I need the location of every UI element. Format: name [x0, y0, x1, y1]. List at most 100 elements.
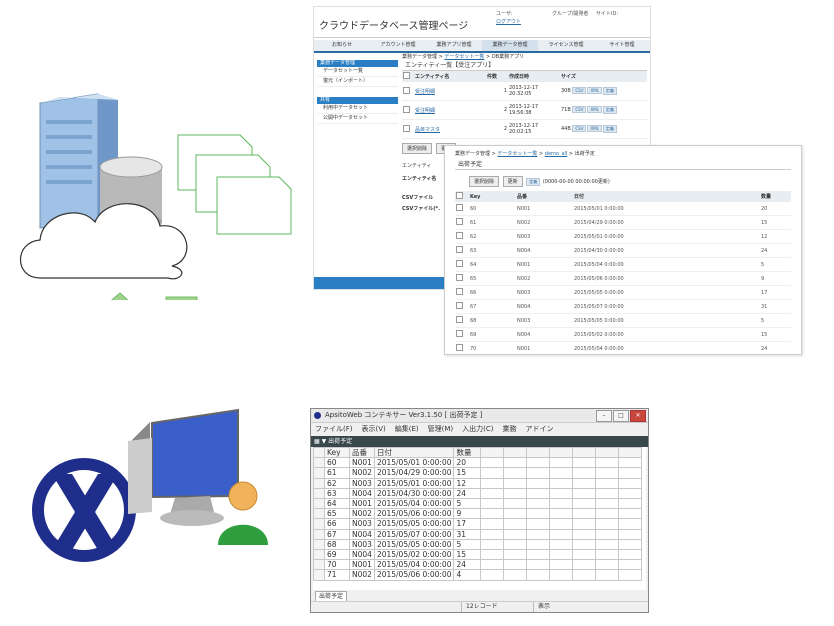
empty-cell[interactable]	[480, 569, 505, 581]
menu-addin[interactable]: アドイン	[526, 423, 554, 436]
empty-cell[interactable]	[572, 569, 597, 581]
xml-button[interactable]: XML	[587, 125, 602, 132]
cell-qty[interactable]: 15	[453, 549, 482, 561]
def-button[interactable]: 定義	[602, 87, 617, 95]
empty-cell[interactable]	[595, 528, 620, 540]
entity-link[interactable]: 受注明細	[414, 100, 486, 120]
cell-item[interactable]: N002	[349, 569, 375, 581]
cell-qty[interactable]: 5	[453, 538, 482, 551]
row-checkbox-cell[interactable]	[455, 257, 469, 272]
empty-cell[interactable]	[480, 538, 505, 551]
crumb-data[interactable]: 業務データ管理	[402, 54, 437, 60]
table-row[interactable]: 64 N001 2015/05/04 0:00:00 5	[313, 498, 643, 510]
grid-menu-icon[interactable]: ▦	[314, 438, 320, 445]
csv-button[interactable]: CSV	[572, 87, 587, 94]
empty-cell[interactable]	[480, 508, 505, 520]
cell-date[interactable]: 2015/05/06 0:00:00	[373, 569, 455, 581]
empty-cell[interactable]	[526, 528, 551, 540]
empty-cell[interactable]	[549, 498, 574, 510]
empty-cell[interactable]	[595, 467, 620, 479]
cell-qty[interactable]: 4	[453, 569, 482, 581]
cell-qty[interactable]: 17	[453, 518, 482, 530]
row-checkbox-cell[interactable]	[455, 313, 469, 328]
def-button[interactable]: 定義	[602, 106, 617, 114]
empty-cell[interactable]	[480, 528, 505, 540]
row-checkbox-cell[interactable]	[455, 229, 469, 244]
sidebar-item-datasets[interactable]: データセット一覧	[317, 67, 398, 77]
crumb-datasets[interactable]: データセット一覧	[444, 54, 484, 60]
row-header[interactable]	[313, 559, 325, 571]
table-row[interactable]: 67 N004 2015/05/07 0:00:00 31	[455, 299, 791, 314]
table-row[interactable]: 64 N001 2015/05/04 0:00:00 5	[455, 257, 791, 272]
nav-site[interactable]: サイト管理	[594, 40, 650, 51]
empty-cell[interactable]	[526, 457, 551, 469]
cell-date[interactable]: 2015/05/04 0:00:00	[373, 498, 455, 510]
empty-cell[interactable]	[480, 477, 505, 489]
empty-cell[interactable]	[549, 477, 574, 489]
csv-button[interactable]: CSV	[572, 125, 587, 132]
cell-date[interactable]: 2015/05/04 0:00:00	[373, 559, 455, 571]
cell-item[interactable]: N001	[349, 498, 375, 510]
table-row[interactable]: 65 N002 2015/05/06 0:00:00 9	[455, 271, 791, 286]
empty-cell[interactable]	[595, 457, 620, 469]
crumb-dataset[interactable]: demo_all	[545, 151, 568, 157]
row-checkbox-cell[interactable]	[455, 299, 469, 314]
cell-key[interactable]: 65	[324, 508, 350, 520]
row-checkbox-cell[interactable]	[455, 243, 469, 258]
table-row[interactable]: 69 N004 2015/05/02 0:00:00 15	[313, 549, 643, 561]
table-row[interactable]: 62 N003 2015/05/01 0:00:00 12	[313, 477, 643, 489]
cell-qty[interactable]: 31	[453, 528, 482, 540]
empty-cell[interactable]	[503, 559, 528, 571]
cell-item[interactable]: N003	[349, 518, 375, 530]
empty-cell[interactable]	[595, 477, 620, 489]
row-header[interactable]	[313, 508, 325, 520]
row-checkbox[interactable]	[456, 302, 463, 309]
cell-qty[interactable]: 5	[453, 498, 482, 510]
cell-key[interactable]: 68	[324, 538, 350, 551]
row-checkbox-cell[interactable]	[455, 341, 469, 354]
empty-cell[interactable]	[618, 457, 643, 469]
cell-date[interactable]: 2015/05/06 0:00:00	[373, 508, 455, 520]
cell-qty[interactable]: 20	[453, 457, 482, 469]
row-checkbox[interactable]	[456, 330, 463, 337]
xml-button[interactable]: XML	[587, 87, 602, 94]
table-row[interactable]: 71 N002 2015/05/06 0:00:00 4	[313, 569, 643, 581]
empty-cell[interactable]	[572, 518, 597, 530]
entity-link[interactable]: 品目マスタ	[414, 119, 486, 139]
empty-cell[interactable]	[549, 467, 574, 479]
table-row[interactable]: 60 N001 2015/05/01 0:00:00 20	[313, 457, 643, 469]
empty-cell[interactable]	[572, 538, 597, 551]
csv-button[interactable]: CSV	[572, 106, 587, 113]
cell-key[interactable]: 64	[324, 498, 350, 510]
col-qty[interactable]: 数量	[453, 447, 482, 459]
empty-cell[interactable]	[618, 569, 643, 581]
cell-key[interactable]: 60	[324, 457, 350, 469]
row-header[interactable]	[313, 487, 325, 500]
cell-qty[interactable]: 12	[453, 477, 482, 489]
cell-key[interactable]: 70	[324, 559, 350, 571]
empty-cell[interactable]	[503, 477, 528, 489]
row-checkbox[interactable]	[403, 124, 410, 132]
cell-date[interactable]: 2015/05/05 0:00:00	[373, 538, 455, 551]
cell-item[interactable]: N001	[349, 457, 375, 469]
empty-cell[interactable]	[503, 498, 528, 510]
empty-cell[interactable]	[618, 538, 643, 551]
row-checkbox[interactable]	[456, 274, 463, 281]
empty-cell[interactable]	[480, 457, 505, 469]
row-checkbox[interactable]	[403, 105, 410, 113]
empty-cell[interactable]	[595, 487, 620, 500]
cell-item[interactable]: N004	[349, 528, 375, 540]
empty-cell[interactable]	[526, 498, 551, 510]
empty-cell[interactable]	[618, 467, 643, 479]
empty-cell[interactable]	[549, 487, 574, 500]
empty-cell[interactable]	[572, 457, 597, 469]
empty-cell[interactable]	[549, 518, 574, 530]
table-row[interactable]: 70 N001 2015/05/04 0:00:00 24	[313, 559, 643, 571]
empty-cell[interactable]	[549, 528, 574, 540]
empty-cell[interactable]	[526, 518, 551, 530]
table-row[interactable]: 63 N004 2015/04/30 0:00:00 24	[313, 487, 643, 500]
cell-qty[interactable]: 24	[453, 487, 482, 500]
empty-cell[interactable]	[549, 508, 574, 520]
table-row[interactable]: 60 N001 2015/05/01 0:00:00 20	[455, 202, 791, 216]
cell-key[interactable]: 71	[324, 569, 350, 581]
